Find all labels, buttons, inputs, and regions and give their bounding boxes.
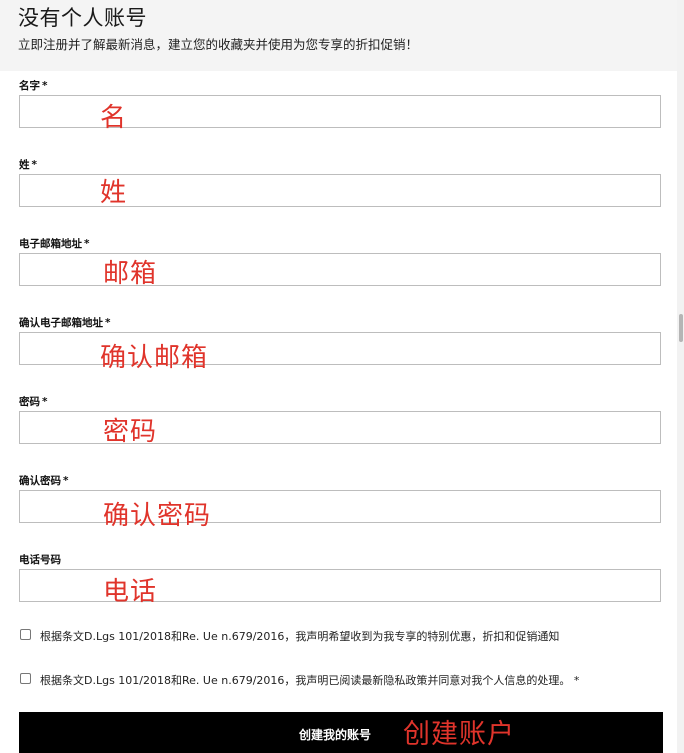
- confirm-password-label: 确认密码 *: [19, 475, 69, 487]
- marketing-consent-label: 根据条文D.Lgs 101/2018和Re. Ue n.679/2016，我声明…: [40, 630, 560, 643]
- confirm-email-label: 确认电子邮箱地址 *: [19, 317, 111, 329]
- last-name-label: 姓 *: [19, 159, 37, 171]
- page-subtitle: 立即注册并了解最新消息，建立您的收藏夹并使用为您专享的折扣促销！: [18, 37, 419, 52]
- scrollbar-track[interactable]: [677, 0, 684, 753]
- password-input[interactable]: [19, 411, 661, 444]
- page-title: 没有个人账号: [18, 6, 147, 30]
- form-header: 没有个人账号 立即注册并了解最新消息，建立您的收藏夹并使用为您专享的折扣促销！: [0, 0, 677, 71]
- email-input[interactable]: [19, 253, 661, 286]
- marketing-consent-checkbox[interactable]: [20, 629, 31, 640]
- scrollbar-thumb[interactable]: [679, 314, 683, 342]
- confirm-email-input[interactable]: [19, 332, 661, 365]
- last-name-input[interactable]: [19, 174, 661, 207]
- email-label: 电子邮箱地址 *: [19, 238, 90, 250]
- phone-input[interactable]: [19, 569, 661, 602]
- create-account-label: 创建我的账号: [299, 728, 372, 742]
- confirm-password-input[interactable]: [19, 490, 661, 523]
- privacy-consent-label: 根据条文D.Lgs 101/2018和Re. Ue n.679/2016，我声明…: [40, 674, 580, 687]
- privacy-consent-checkbox[interactable]: [20, 673, 31, 684]
- first-name-input[interactable]: [19, 95, 661, 128]
- first-name-label: 名字 *: [19, 80, 48, 92]
- password-label: 密码 *: [19, 396, 48, 408]
- phone-label: 电话号码: [19, 554, 61, 566]
- registration-page: 没有个人账号 立即注册并了解最新消息，建立您的收藏夹并使用为您专享的折扣促销！ …: [0, 0, 684, 753]
